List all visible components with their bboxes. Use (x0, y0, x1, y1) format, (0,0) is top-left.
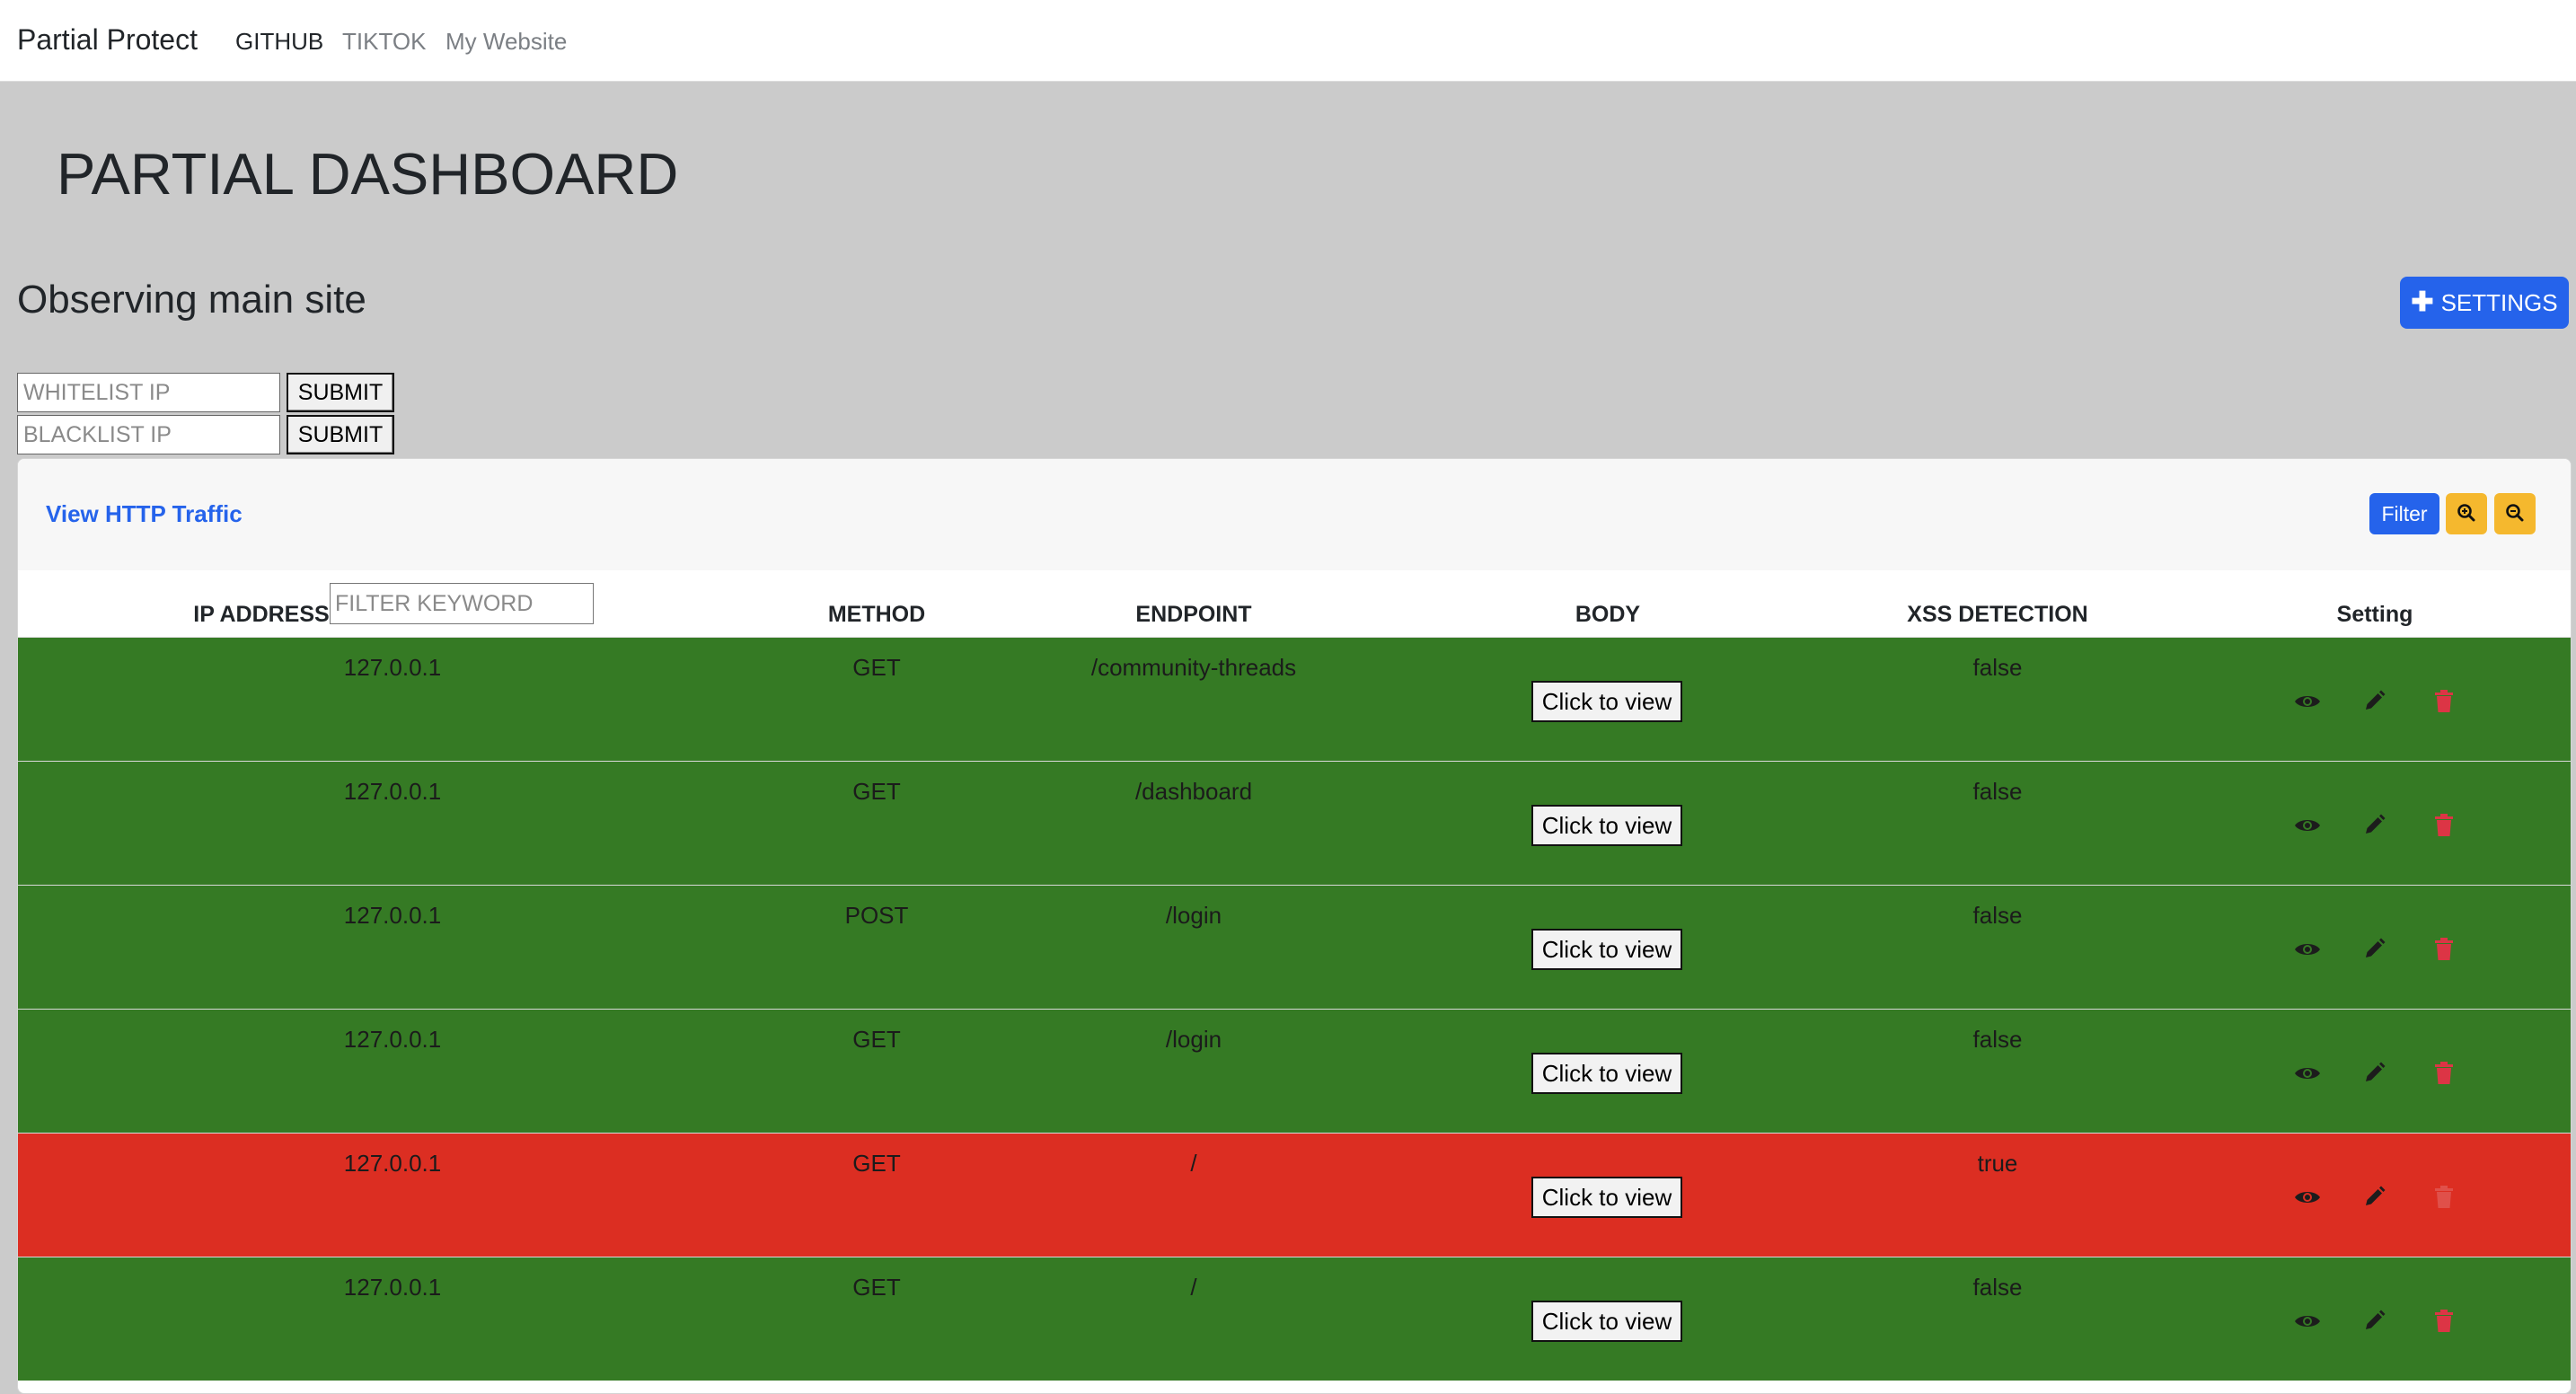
xss-detection-cell: true (1977, 1150, 2018, 1177)
view-body-button[interactable]: Click to view (1531, 1301, 1682, 1342)
settings-button[interactable]: ✚ SETTINGS (2400, 277, 2569, 329)
navbar: Partial Protect GITHUB TIKTOK My Website (0, 0, 2576, 82)
card-header: View HTTP Traffic Filter (18, 459, 2571, 571)
xss-detection-cell: false (1972, 778, 2023, 805)
method-cell: GET (852, 654, 901, 681)
table-row: 127.0.0.1 GET / Click to view false (18, 1257, 2571, 1381)
ip-address-cell: 127.0.0.1 (343, 902, 442, 929)
blacklist-submit-button[interactable]: SUBMIT (287, 415, 394, 454)
endpoint-cell: / (1190, 1150, 1197, 1177)
zoom-in-icon (2457, 503, 2476, 525)
zoom-in-button[interactable] (2446, 493, 2487, 534)
method-cell: GET (852, 1274, 901, 1301)
nav-link-my-website[interactable]: My Website (446, 28, 567, 56)
table-row-xss-detected: 127.0.0.1 GET / Click to view true (18, 1133, 2571, 1257)
nav-link-tiktok[interactable]: TIKTOK (342, 28, 426, 56)
eye-icon[interactable] (2294, 812, 2321, 839)
column-header-ip-address: IP ADDRESS (193, 602, 330, 627)
table-row: 127.0.0.1 GET /login Click to view false (18, 1009, 2571, 1133)
pencil-icon[interactable] (2360, 1308, 2387, 1335)
filter-button[interactable]: Filter (2369, 493, 2439, 534)
ip-address-cell: 127.0.0.1 (343, 1150, 442, 1177)
trash-icon[interactable] (2430, 1184, 2457, 1211)
plus-icon: ✚ (2411, 287, 2434, 317)
method-cell: POST (844, 902, 909, 929)
xss-detection-cell: false (1972, 1026, 2023, 1053)
zoom-out-button[interactable] (2494, 493, 2536, 534)
settings-button-label: SETTINGS (2440, 288, 2558, 316)
trash-icon[interactable] (2430, 936, 2457, 963)
column-header-method: METHOD (827, 602, 926, 627)
xss-detection-cell: false (1972, 1274, 2023, 1301)
ip-address-cell: 127.0.0.1 (343, 654, 442, 681)
endpoint-cell: /community-threads (1090, 654, 1297, 681)
xss-detection-cell: false (1972, 654, 2023, 681)
method-cell: GET (852, 778, 901, 805)
eye-icon[interactable] (2294, 936, 2321, 963)
endpoint-cell: / (1190, 1274, 1197, 1301)
view-body-button[interactable]: Click to view (1531, 681, 1682, 722)
method-cell: GET (852, 1150, 901, 1177)
column-header-body: BODY (1575, 602, 1641, 627)
view-body-button[interactable]: Click to view (1531, 929, 1682, 970)
method-cell: GET (852, 1026, 901, 1053)
column-header-endpoint: ENDPOINT (1135, 602, 1252, 627)
trash-icon[interactable] (2430, 812, 2457, 839)
ip-address-cell: 127.0.0.1 (343, 778, 442, 805)
ip-address-cell: 127.0.0.1 (343, 1274, 442, 1301)
trash-icon[interactable] (2430, 1308, 2457, 1335)
endpoint-cell: /login (1165, 1026, 1222, 1053)
ip-address-cell: 127.0.0.1 (343, 1026, 442, 1053)
view-body-button[interactable]: Click to view (1531, 1177, 1682, 1218)
eye-icon[interactable] (2294, 688, 2321, 715)
trash-icon[interactable] (2430, 1060, 2457, 1087)
http-traffic-card: View HTTP Traffic Filter IP ADDRESS METH… (17, 458, 2572, 1394)
table-row: 127.0.0.1 GET /community-threads Click t… (18, 637, 2571, 761)
pencil-icon[interactable] (2360, 812, 2387, 839)
pencil-icon[interactable] (2360, 688, 2387, 715)
endpoint-cell: /dashboard (1134, 778, 1253, 805)
table-row: 127.0.0.1 POST /login Click to view fals… (18, 885, 2571, 1009)
column-header-setting: Setting (2336, 602, 2413, 627)
endpoint-cell: /login (1165, 902, 1222, 929)
trash-icon[interactable] (2430, 688, 2457, 715)
pencil-icon[interactable] (2360, 1184, 2387, 1211)
pencil-icon[interactable] (2360, 936, 2387, 963)
table-header: IP ADDRESS METHOD ENDPOINT BODY XSS DETE… (18, 570, 2571, 637)
whitelist-submit-button[interactable]: SUBMIT (287, 373, 394, 412)
column-header-xss-detection: XSS DETECTION (1907, 602, 2088, 627)
pencil-icon[interactable] (2360, 1060, 2387, 1087)
brand-logo[interactable]: Partial Protect (17, 23, 198, 57)
view-body-button[interactable]: Click to view (1531, 805, 1682, 846)
eye-icon[interactable] (2294, 1060, 2321, 1087)
card-title[interactable]: View HTTP Traffic (46, 500, 243, 528)
xss-detection-cell: false (1972, 902, 2023, 929)
nav-link-github[interactable]: GITHUB (235, 28, 323, 56)
blacklist-ip-input[interactable] (17, 415, 280, 454)
page-title: PARTIAL DASHBOARD (57, 141, 679, 207)
zoom-out-icon (2505, 503, 2525, 525)
page-subtitle: Observing main site (17, 278, 366, 322)
filter-keyword-input[interactable] (330, 583, 594, 624)
eye-icon[interactable] (2294, 1308, 2321, 1335)
view-body-button[interactable]: Click to view (1531, 1053, 1682, 1094)
table-row: 127.0.0.1 GET /dashboard Click to view f… (18, 761, 2571, 885)
eye-icon[interactable] (2294, 1184, 2321, 1211)
whitelist-ip-input[interactable] (17, 373, 280, 412)
